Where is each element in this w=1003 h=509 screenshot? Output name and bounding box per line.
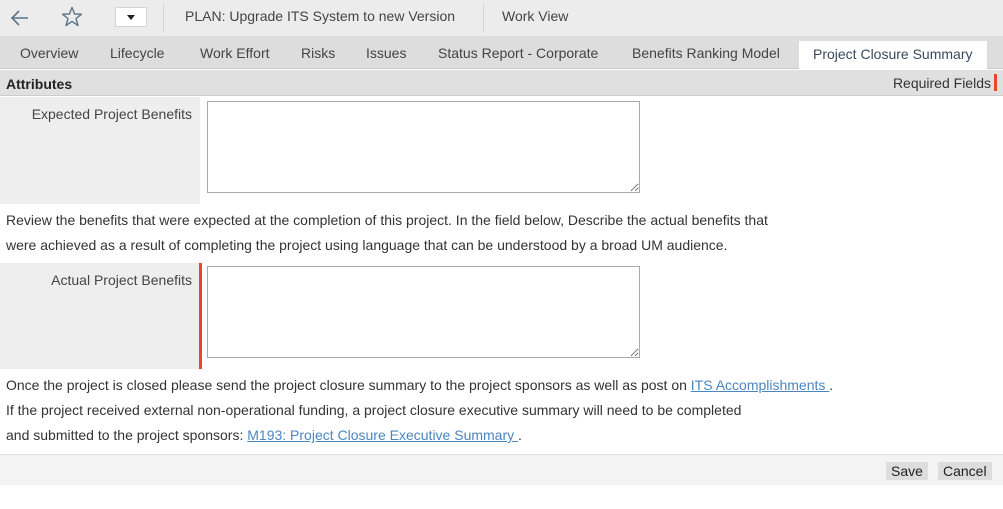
tab-status-report-corporate[interactable]: Status Report - Corporate [438, 36, 598, 68]
tab-benefits-ranking-model[interactable]: Benefits Ranking Model [632, 36, 780, 68]
actual-benefits-label-cell: Actual Project Benefits [0, 263, 200, 369]
divider [163, 3, 164, 33]
expected-benefits-label-cell: Expected Project Benefits [0, 97, 200, 204]
form-footer: Save Cancel [0, 454, 1003, 485]
divider [483, 3, 484, 33]
closure-note-line-1: Once the project is closed please send t… [6, 373, 833, 398]
actual-benefits-textarea[interactable] [207, 266, 640, 358]
caret-down-icon [127, 15, 135, 20]
section-title: Attributes [6, 76, 73, 92]
work-view-button[interactable]: Work View [502, 8, 568, 24]
arrow-left-icon[interactable] [8, 6, 32, 30]
closure-note-text: and submitted to the project sponsors: [6, 427, 248, 443]
required-indicator [199, 263, 202, 369]
period: . [518, 427, 522, 443]
required-fields-legend: Required Fields [892, 75, 991, 91]
m193-executive-summary-link[interactable]: M193: Project Closure Executive Summary [247, 427, 518, 443]
toolbar: PLAN: Upgrade ITS System to new Version … [0, 0, 1003, 36]
tab-risks[interactable]: Risks [301, 36, 335, 68]
expected-benefits-label: Expected Project Benefits [31, 106, 192, 122]
instructions-line-2: were achieved as a result of completing … [6, 237, 728, 253]
save-button[interactable]: Save [886, 462, 928, 480]
actual-benefits-label: Actual Project Benefits [51, 272, 192, 288]
closure-note-line-2: If the project received external non-ope… [6, 402, 742, 418]
tab-bar: Overview Lifecycle Work Effort Risks Iss… [0, 36, 1003, 69]
tab-work-effort[interactable]: Work Effort [200, 36, 270, 68]
section-header: Attributes Required Fields [0, 70, 1003, 96]
expected-benefits-textarea[interactable] [207, 101, 640, 193]
tab-lifecycle[interactable]: Lifecycle [110, 36, 164, 68]
instructions-text: Review the benefits that were expected a… [6, 208, 768, 258]
more-menu-dropdown[interactable] [115, 7, 147, 27]
required-marker [994, 74, 997, 91]
tab-issues[interactable]: Issues [366, 36, 406, 68]
tab-overview[interactable]: Overview [20, 36, 78, 68]
cancel-button[interactable]: Cancel [938, 462, 992, 480]
its-accomplishments-link[interactable]: ITS Accomplishments [691, 377, 830, 393]
closure-note-text: Once the project is closed please send t… [6, 377, 691, 393]
tab-project-closure-summary[interactable]: Project Closure Summary [799, 41, 987, 69]
instructions-line-1: Review the benefits that were expected a… [6, 212, 768, 228]
page-title: PLAN: Upgrade ITS System to new Version [185, 8, 456, 24]
period: . [829, 377, 834, 393]
closure-note: Once the project is closed please send t… [6, 373, 833, 448]
star-outline-icon[interactable] [60, 5, 84, 29]
closure-note-line-3: and submitted to the project sponsors: M… [6, 423, 833, 448]
